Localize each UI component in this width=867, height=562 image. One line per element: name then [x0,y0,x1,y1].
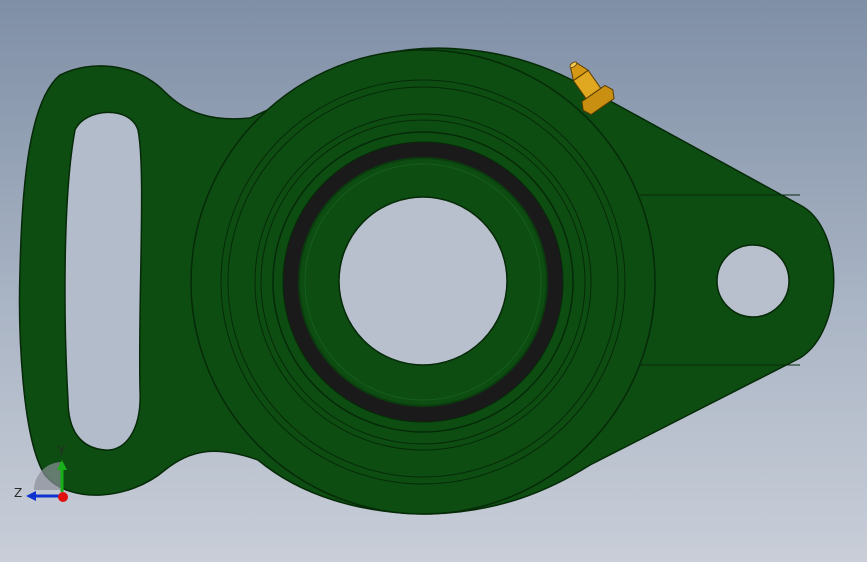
graphics-viewport[interactable]: Y Z [0,0,867,562]
cad-model[interactable] [0,0,867,562]
mounting-hole [716,244,790,318]
z-axis-label: Z [14,486,22,500]
mounting-slot [64,111,143,451]
triad-arc [34,462,62,490]
z-axis-arrow [26,491,36,501]
orientation-triad: Y Z [14,444,68,502]
y-axis-label: Y [57,444,66,458]
x-axis-dot [58,492,68,502]
bore-hole [338,196,508,366]
